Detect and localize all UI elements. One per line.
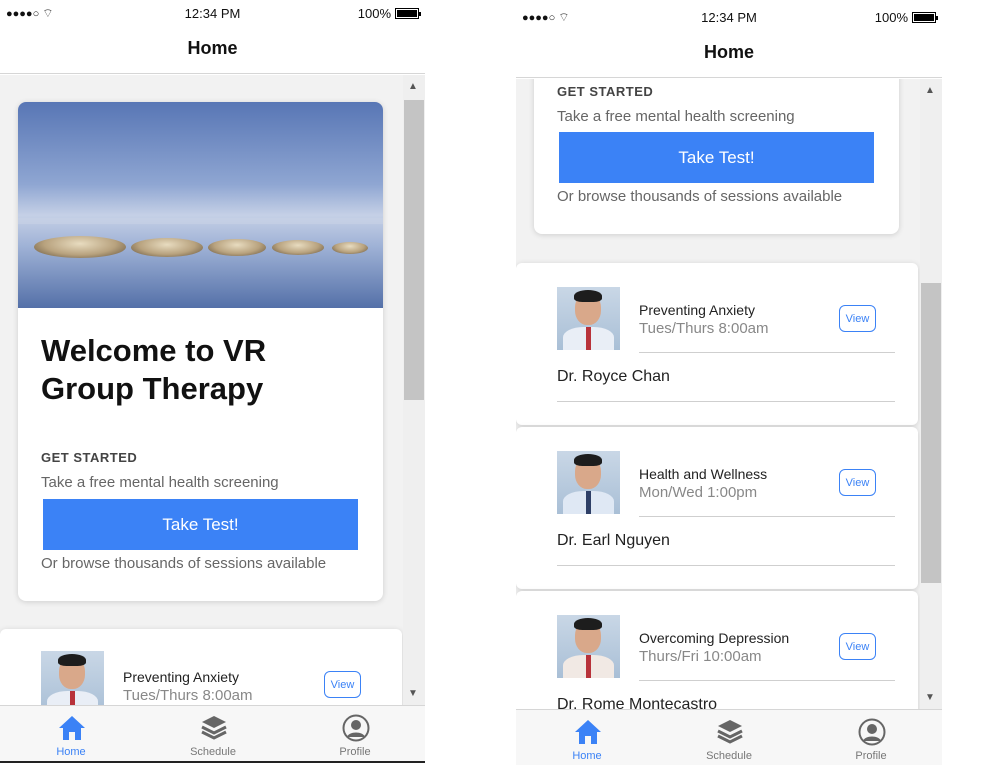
doctor-name: Dr. Royce Chan <box>557 368 670 385</box>
tab-bar: Home Schedule Profile <box>516 709 942 765</box>
phone-screen-left: ●●●●○ ⌔ 12:34 PM 100% Home Welcome to VR… <box>0 0 425 769</box>
tab-schedule[interactable]: Schedule <box>669 710 789 766</box>
take-test-button[interactable]: Take Test! <box>559 132 874 183</box>
view-button[interactable]: View <box>839 633 876 660</box>
divider <box>557 401 895 402</box>
profile-icon <box>342 714 370 742</box>
view-button[interactable]: View <box>839 469 876 496</box>
get-started-label: GET STARTED <box>557 84 654 99</box>
divider <box>639 352 895 353</box>
screening-text: Take a free mental health screening <box>557 108 795 125</box>
tab-label: Schedule <box>190 746 236 758</box>
view-button[interactable]: View <box>324 671 361 698</box>
session-title: Health and Wellness <box>639 466 768 482</box>
scroll-up-arrow-icon[interactable]: ▲ <box>408 81 418 92</box>
content-scroll-area[interactable]: Welcome to VR Group Therapy GET STARTED … <box>0 75 425 705</box>
take-test-button[interactable]: Take Test! <box>43 499 358 550</box>
tab-bar: Home Schedule Profile <box>0 705 425 761</box>
nav-bar: Home <box>0 28 425 74</box>
page-title: Home <box>187 38 238 58</box>
tab-profile[interactable]: Profile <box>811 710 931 766</box>
doctor-avatar <box>41 651 104 705</box>
browse-sessions-text: Or browse thousands of sessions availabl… <box>557 188 843 205</box>
tab-label: Schedule <box>706 750 752 762</box>
session-card: Preventing Anxiety Tues/Thurs 8:00am Vie… <box>0 629 402 705</box>
tab-label: Profile <box>339 746 371 758</box>
divider <box>639 516 895 517</box>
view-button[interactable]: View <box>839 305 876 332</box>
tab-home[interactable]: Home <box>11 706 131 762</box>
battery-icon <box>395 8 421 19</box>
welcome-card: GET STARTED Take a free mental health sc… <box>534 79 899 234</box>
scrollbar-thumb[interactable] <box>404 100 424 400</box>
session-card: Overcoming Depression Thurs/Fri 10:00am … <box>516 591 918 709</box>
tab-label: Home <box>56 746 86 758</box>
layers-icon <box>717 720 743 744</box>
session-title: Preventing Anxiety <box>639 302 755 318</box>
session-title: Preventing Anxiety <box>123 669 239 685</box>
scrollbar[interactable]: ▲ ▼ <box>403 75 425 705</box>
status-bar: ●●●●○ ⌔ 12:34 PM 100% <box>0 0 425 28</box>
session-time: Thurs/Fri 10:00am <box>639 648 762 665</box>
status-bar: ●●●●○ ⌔ 12:34 PM 100% <box>516 4 942 32</box>
battery-status: 100% <box>357 6 421 21</box>
doctor-name: Dr. Rome Montecastro <box>557 696 718 709</box>
battery-icon <box>912 12 938 23</box>
hero-image-stones <box>18 102 383 308</box>
doctor-avatar <box>557 287 620 350</box>
scroll-up-arrow-icon[interactable]: ▲ <box>925 85 935 96</box>
session-time: Tues/Thurs 8:00am <box>123 687 253 704</box>
session-time: Tues/Thurs 8:00am <box>639 320 769 337</box>
layers-icon <box>201 716 227 740</box>
session-time: Mon/Wed 1:00pm <box>639 484 758 501</box>
battery-status: 100% <box>874 10 938 25</box>
tab-label: Home <box>572 750 602 762</box>
scroll-down-arrow-icon[interactable]: ▼ <box>408 688 418 699</box>
tab-label: Profile <box>855 750 887 762</box>
welcome-card: Welcome to VR Group Therapy GET STARTED … <box>18 102 383 601</box>
home-icon <box>575 720 601 744</box>
get-started-label: GET STARTED <box>41 450 138 465</box>
tab-schedule[interactable]: Schedule <box>153 706 273 762</box>
doctor-name: Dr. Earl Nguyen <box>557 532 670 549</box>
divider <box>639 680 895 681</box>
battery-percent: 100% <box>874 10 908 25</box>
session-card: Health and Wellness Mon/Wed 1:00pm View … <box>516 427 918 589</box>
browse-sessions-text: Or browse thousands of sessions availabl… <box>41 555 327 572</box>
divider <box>557 565 895 566</box>
doctor-avatar <box>557 451 620 514</box>
session-title: Overcoming Depression <box>639 630 790 646</box>
scroll-down-arrow-icon[interactable]: ▼ <box>925 692 935 703</box>
phone-screen-right: ●●●●○ ⌔ 12:34 PM 100% Home GET STARTED T… <box>516 0 942 769</box>
scrollbar[interactable]: ▲ ▼ <box>920 79 942 709</box>
tab-home[interactable]: Home <box>527 710 647 766</box>
session-card: Preventing Anxiety Tues/Thurs 8:00am Vie… <box>516 263 918 425</box>
profile-icon <box>858 718 886 746</box>
content-scroll-area[interactable]: GET STARTED Take a free mental health sc… <box>516 79 942 709</box>
nav-bar: Home <box>516 32 942 78</box>
frame-edge <box>0 761 425 763</box>
welcome-title: Welcome to VR Group Therapy <box>41 333 267 406</box>
doctor-avatar <box>557 615 620 678</box>
home-icon <box>59 716 85 740</box>
scrollbar-thumb[interactable] <box>921 283 941 583</box>
tab-profile[interactable]: Profile <box>295 706 415 762</box>
page-title: Home <box>703 42 754 62</box>
screening-text: Take a free mental health screening <box>41 474 279 491</box>
battery-percent: 100% <box>357 6 391 21</box>
